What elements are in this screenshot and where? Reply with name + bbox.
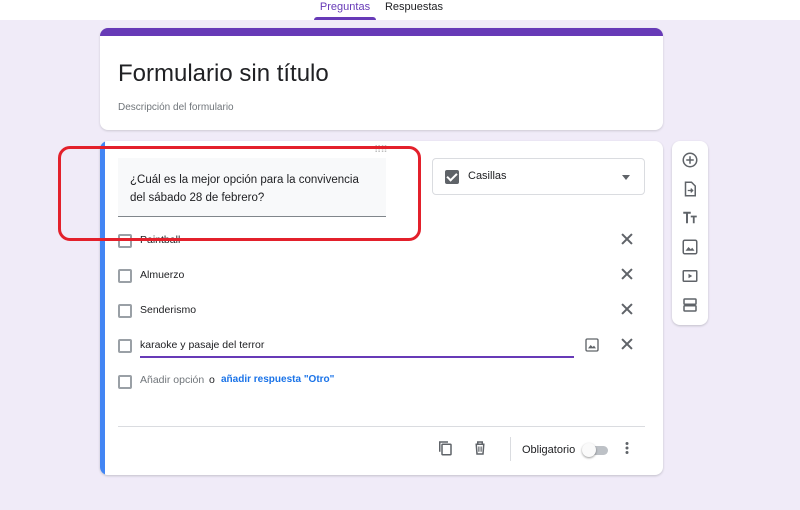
add-section-icon[interactable] (681, 296, 699, 314)
form-title-card: Formulario sin título Descripción del fo… (100, 28, 663, 130)
option-label[interactable]: Senderismo (140, 304, 196, 316)
option-checkbox (118, 304, 132, 318)
remove-option-icon[interactable] (618, 265, 636, 283)
required-toggle[interactable] (582, 443, 610, 457)
option-checkbox (118, 269, 132, 283)
option-input[interactable]: karaoke y pasaje del terror (140, 339, 264, 351)
delete-icon[interactable] (471, 439, 489, 457)
toggle-knob (582, 443, 596, 457)
more-options-icon[interactable] (618, 439, 636, 457)
duplicate-icon[interactable] (436, 439, 454, 457)
tab-preguntas[interactable]: Preguntas (314, 0, 376, 20)
top-tab-bar: Preguntas Respuestas (0, 0, 800, 20)
option-row: Senderismo (118, 300, 638, 322)
add-question-icon[interactable] (681, 151, 699, 169)
import-questions-icon[interactable] (681, 180, 699, 198)
option-checkbox (118, 375, 132, 389)
remove-option-icon[interactable] (618, 300, 636, 318)
tab-respuestas[interactable]: Respuestas (382, 0, 446, 20)
checkbox-icon (445, 170, 459, 184)
add-image-icon[interactable] (681, 238, 699, 256)
footer-divider (118, 426, 645, 427)
add-video-icon[interactable] (681, 267, 699, 285)
chevron-down-icon (622, 175, 630, 180)
highlight-annotation (58, 146, 421, 241)
question-type-label: Casillas (468, 170, 507, 182)
footer-vertical-divider (510, 437, 511, 461)
remove-option-icon[interactable] (618, 335, 636, 353)
option-checkbox (118, 339, 132, 353)
form-description-input[interactable]: Descripción del formulario (118, 102, 234, 113)
question-type-select[interactable]: Casillas (432, 158, 645, 195)
add-image-icon[interactable] (584, 337, 600, 353)
option-row: Almuerzo (118, 265, 638, 287)
add-other-button[interactable]: añadir respuesta "Otro" (221, 374, 334, 385)
remove-option-icon[interactable] (618, 230, 636, 248)
or-text: o (209, 374, 215, 386)
add-option-button[interactable]: Añadir opción (140, 374, 204, 386)
add-title-icon[interactable] (681, 209, 699, 227)
floating-toolbar (672, 141, 708, 325)
option-row-editing: karaoke y pasaje del terror (118, 335, 638, 358)
active-input-underline (140, 356, 574, 358)
form-title-input[interactable]: Formulario sin título (118, 60, 329, 88)
required-label: Obligatorio (522, 444, 576, 456)
option-label[interactable]: Almuerzo (140, 269, 184, 281)
